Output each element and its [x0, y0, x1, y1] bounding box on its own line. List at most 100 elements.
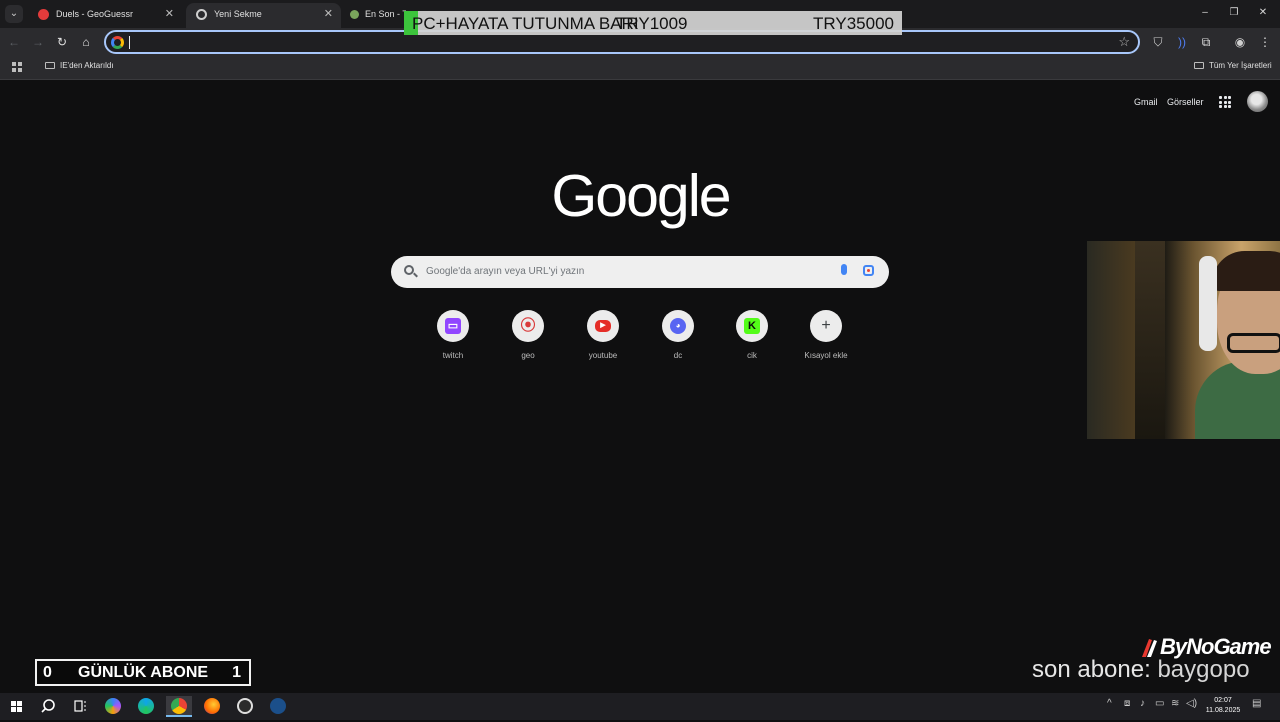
close-tab-icon[interactable]: ✕ [324, 3, 333, 25]
daily-subs-counter: 0 GÜNLÜK ABONE 1 [35, 659, 251, 686]
clock-date: 11.08.2025 [1205, 707, 1241, 714]
restore-button[interactable]: ❐ [1227, 6, 1241, 20]
search-taskbar-button[interactable] [35, 696, 61, 717]
tab-new-tab[interactable]: Yeni Sekme ✕ [186, 3, 341, 28]
folder-icon [45, 62, 55, 69]
start-button[interactable] [3, 696, 29, 717]
headset-icon [1199, 256, 1217, 351]
shortcut-dc[interactable]: ◕ dc [648, 310, 708, 360]
daily-subs-right-count: 1 [232, 664, 241, 681]
volume-tray-icon[interactable]: ◁) [1186, 698, 1197, 709]
minimize-button[interactable]: – [1198, 6, 1212, 20]
search-box[interactable]: Google'da arayın veya URL'yi yazın [391, 256, 889, 288]
shortcut-label: cik [747, 351, 757, 360]
apps-icon[interactable] [12, 62, 22, 72]
close-window-button[interactable]: ✕ [1256, 6, 1270, 20]
task-view-button[interactable] [67, 696, 93, 717]
shield-extension-icon[interactable]: ⛉ [1150, 34, 1166, 50]
bookmark-star-icon[interactable]: ☆ [1118, 34, 1130, 50]
donation-goal: TRY35000 [813, 14, 894, 33]
account-avatar[interactable] [1247, 91, 1268, 112]
all-bookmarks-button[interactable]: Tüm Yer İşaretleri [1194, 61, 1272, 70]
copilot-icon [105, 698, 121, 714]
tab-title: En Son - T [365, 9, 406, 19]
wifi-tray-icon[interactable]: ≋ [1171, 698, 1179, 709]
menu-icon[interactable]: ⋮ [1257, 34, 1273, 50]
search-placeholder: Google'da arayın veya URL'yi yazın [426, 266, 585, 277]
edge-taskbar-button[interactable] [133, 696, 159, 717]
back-icon[interactable]: ← [6, 34, 22, 50]
bookmark-folder-imported[interactable]: IE'den Aktarıldı [45, 61, 114, 70]
shortcut-twitch[interactable]: ▭ twitch [423, 310, 483, 360]
text-caret [129, 36, 130, 49]
windows-icon [11, 701, 22, 712]
search-icon [41, 699, 55, 713]
shortcut-add[interactable]: + Kısayol ekle [796, 310, 856, 360]
gmail-link[interactable]: Gmail [1134, 97, 1158, 107]
steam-taskbar-button[interactable] [265, 696, 291, 717]
bookmark-label: Tüm Yer İşaretleri [1209, 61, 1272, 70]
chrome-icon [171, 698, 187, 714]
google-apps-icon[interactable] [1219, 96, 1231, 108]
google-icon [111, 36, 124, 49]
shortcut-cik[interactable]: K cik [722, 310, 782, 360]
last-sub-label: son abone: [1032, 656, 1151, 683]
news-favicon-icon [350, 10, 359, 19]
webcam-feed [1087, 241, 1280, 439]
donation-current: TRY1009 [616, 14, 688, 33]
new-tab-favicon-icon [196, 9, 207, 20]
tab-en-son[interactable]: En Son - T [344, 3, 406, 28]
edge-icon [138, 698, 154, 714]
youtube-icon: ▶ [595, 320, 611, 332]
system-clock[interactable]: 02:07 11.08.2025 [1202, 696, 1244, 716]
firefox-icon [204, 698, 220, 714]
last-subscriber: son abone: baygopo [1032, 656, 1250, 684]
kick-icon: K [744, 318, 760, 334]
last-sub-user: baygopo [1157, 656, 1250, 683]
show-hidden-icons[interactable]: ^ [1107, 698, 1112, 709]
shortcut-label: twitch [442, 351, 464, 360]
shortcut-label: Kısayol ekle [804, 351, 848, 360]
reload-icon[interactable]: ↻ [54, 34, 70, 50]
audio-extension-icon[interactable]: )) [1174, 34, 1190, 50]
extensions-icon[interactable]: ⧉ [1198, 34, 1214, 50]
close-tab-icon[interactable]: ✕ [165, 3, 174, 25]
home-icon[interactable]: ⌂ [78, 34, 94, 50]
webcam-background [1135, 241, 1165, 439]
shortcut-youtube[interactable]: ▶ youtube [573, 310, 633, 360]
plus-icon: + [821, 317, 831, 334]
tab-geoguessr[interactable]: Duels - GeoGuessr ✕ [28, 3, 182, 28]
network-tray-icon[interactable]: ⧈ [1124, 698, 1130, 709]
voice-search-icon[interactable] [841, 264, 847, 275]
tab-title: Yeni Sekme [214, 9, 262, 19]
clock-time: 02:07 [1214, 697, 1232, 704]
chrome-taskbar-button[interactable] [166, 696, 192, 717]
tab-title: Duels - GeoGuessr [56, 9, 134, 19]
task-view-icon [74, 700, 86, 712]
shortcut-label: geo [521, 351, 535, 360]
tab-search-button[interactable]: ⌄ [5, 5, 23, 23]
images-link[interactable]: Görseller [1167, 97, 1204, 107]
donation-goal-bar: PC+HAYATA TUTUNMA BARI TRY1009 TRY35000 [404, 11, 902, 35]
daily-subs-left-count: 0 [43, 664, 52, 681]
firefox-taskbar-button[interactable] [199, 696, 225, 717]
lens-icon[interactable] [863, 265, 874, 276]
folder-icon [1194, 62, 1204, 69]
notification-icon[interactable]: ▤ [1252, 698, 1261, 709]
twitch-icon: ▭ [445, 318, 461, 334]
microphone-tray-icon[interactable]: ♪ [1140, 698, 1145, 709]
shortcut-geo[interactable]: ⦿ geo [498, 310, 558, 360]
steam-icon [270, 698, 286, 714]
daily-subs-label: GÜNLÜK ABONE [78, 664, 209, 681]
discord-icon: ◕ [670, 318, 686, 334]
obs-taskbar-button[interactable] [232, 696, 258, 717]
obs-icon [237, 698, 253, 714]
battery-tray-icon[interactable]: ▭ [1155, 698, 1164, 709]
forward-icon[interactable]: → [30, 34, 46, 50]
google-logo: Google [551, 163, 731, 229]
shortcut-label: dc [673, 351, 683, 360]
copilot-taskbar-button[interactable] [100, 696, 126, 717]
donation-title: PC+HAYATA TUTUNMA BARI [412, 14, 639, 33]
profile-icon[interactable]: ◉ [1232, 34, 1248, 50]
bookmark-label: IE'den Aktarıldı [60, 61, 114, 70]
